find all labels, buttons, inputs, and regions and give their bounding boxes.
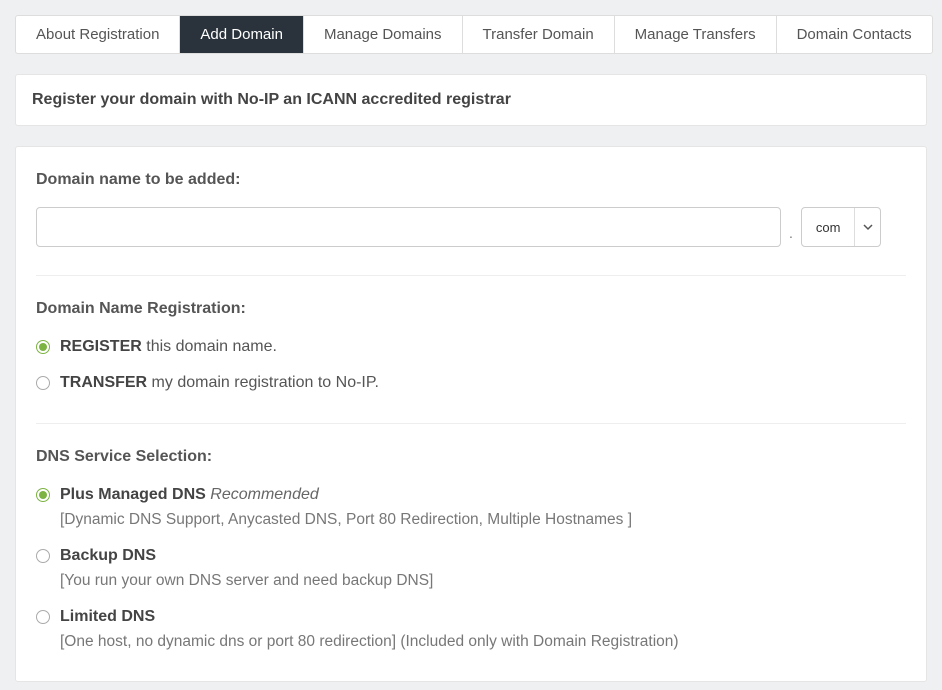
radio-plus-managed-dns-label: Plus Managed DNS Recommended [Dynamic DN… [60, 484, 632, 531]
radio-register[interactable]: REGISTER this domain name. [36, 336, 906, 358]
radio-register-label: REGISTER this domain name. [60, 336, 277, 358]
section-dns-service: DNS Service Selection: Plus Managed DNS … [36, 424, 906, 681]
registration-label: Domain Name Registration: [36, 300, 906, 318]
tab-bar: About Registration Add Domain Manage Dom… [15, 15, 933, 54]
tab-manage-transfers[interactable]: Manage Transfers [615, 16, 777, 53]
section-domain-name: Domain name to be added: . com [36, 147, 906, 276]
domain-name-input[interactable] [36, 207, 781, 247]
domain-name-label: Domain name to be added: [36, 171, 906, 189]
radio-icon [36, 488, 50, 502]
tld-dot: . [787, 225, 795, 247]
radio-transfer-label: TRANSFER my domain registration to No-IP… [60, 372, 379, 394]
radio-transfer[interactable]: TRANSFER my domain registration to No-IP… [36, 372, 906, 394]
radio-icon [36, 549, 50, 563]
tab-transfer-domain[interactable]: Transfer Domain [463, 16, 615, 53]
form-panel: Domain name to be added: . com Domain Na… [15, 146, 927, 682]
section-registration: Domain Name Registration: REGISTER this … [36, 276, 906, 424]
domain-input-row: . com [36, 207, 906, 247]
tab-add-domain[interactable]: Add Domain [180, 16, 304, 53]
tld-select[interactable]: com [801, 207, 882, 247]
radio-plus-managed-dns-desc: [Dynamic DNS Support, Anycasted DNS, Por… [60, 509, 632, 531]
tab-domain-contacts[interactable]: Domain Contacts [777, 16, 932, 53]
radio-backup-dns[interactable]: Backup DNS [You run your own DNS server … [36, 545, 906, 592]
radio-icon [36, 610, 50, 624]
radio-limited-dns-label: Limited DNS [One host, no dynamic dns or… [60, 606, 679, 653]
radio-backup-dns-label: Backup DNS [You run your own DNS server … [60, 545, 433, 592]
radio-icon [36, 376, 50, 390]
radio-plus-managed-dns[interactable]: Plus Managed DNS Recommended [Dynamic DN… [36, 484, 906, 531]
radio-limited-dns[interactable]: Limited DNS [One host, no dynamic dns or… [36, 606, 906, 653]
tab-manage-domains[interactable]: Manage Domains [304, 16, 463, 53]
page-banner: Register your domain with No-IP an ICANN… [15, 74, 927, 126]
radio-limited-dns-desc: [One host, no dynamic dns or port 80 red… [60, 631, 679, 653]
dns-service-label: DNS Service Selection: [36, 448, 906, 466]
tld-selected-value: com [802, 208, 855, 246]
radio-backup-dns-desc: [You run your own DNS server and need ba… [60, 570, 433, 592]
chevron-down-icon [854, 208, 880, 246]
tab-about-registration[interactable]: About Registration [16, 16, 180, 53]
radio-icon [36, 340, 50, 354]
